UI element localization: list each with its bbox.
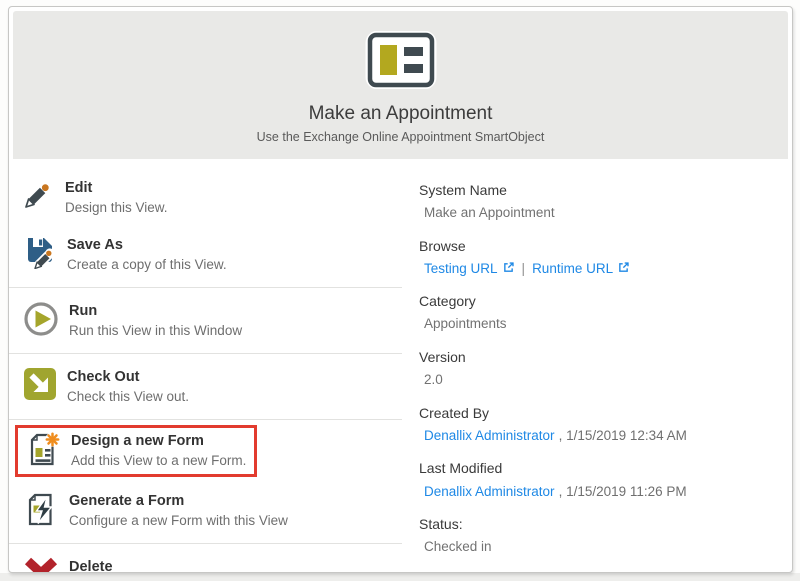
external-link-icon	[617, 262, 630, 277]
detail-label: Last Modified	[419, 459, 782, 477]
separator	[9, 543, 402, 544]
action-label: Run	[69, 302, 242, 321]
detail-label: Browse	[419, 237, 782, 255]
action-description: Configure a new Form with this View	[69, 512, 288, 530]
action-label: Generate a Form	[69, 492, 288, 511]
detail-value: Denallix Administrator , 1/15/2019 12:34 …	[419, 427, 782, 445]
separator	[9, 353, 402, 354]
created-timestamp: , 1/15/2019 12:34 AM	[559, 428, 687, 443]
details-panel: System Name Make an Appointment Browse T…	[402, 169, 792, 571]
save-as-floppy-icon	[23, 235, 57, 269]
detail-label: System Name	[419, 181, 782, 199]
browse-links: Testing URL | Runtime URL	[419, 260, 782, 278]
link-label: Testing URL	[424, 261, 498, 276]
created-by-user-link[interactable]: Denallix Administrator	[424, 428, 555, 443]
delete-x-icon	[23, 557, 59, 573]
detail-value: Make an Appointment	[419, 204, 782, 222]
detail-label: Created By	[419, 404, 782, 422]
modified-timestamp: , 1/15/2019 11:26 PM	[559, 484, 687, 499]
link-separator: |	[522, 261, 526, 276]
action-item-edit[interactable]: Edit Design this View.	[9, 169, 402, 226]
detail-value: 2.0	[419, 371, 782, 389]
detail-last-modified: Last Modified Denallix Administrator , 1/…	[419, 459, 782, 500]
check-out-arrow-icon	[23, 367, 57, 401]
detail-browse: Browse Testing URL | Runtime URL	[419, 237, 782, 278]
view-header: Make an Appointment Use the Exchange Onl…	[13, 11, 788, 159]
action-description: Run this View in this Window	[69, 322, 242, 340]
view-details-panel: Make an Appointment Use the Exchange Onl…	[8, 6, 793, 573]
action-label: Save As	[67, 236, 227, 255]
action-list: Edit Design this View.	[9, 169, 402, 573]
detail-value: Appointments	[419, 315, 782, 333]
detail-label: Category	[419, 292, 782, 310]
detail-category: Category Appointments	[419, 292, 782, 333]
page-title: Make an Appointment	[13, 103, 788, 126]
separator	[9, 287, 402, 288]
detail-system-name: System Name Make an Appointment	[419, 181, 782, 222]
action-item-generate-form[interactable]: Generate a Form Configure a new Form wit…	[9, 482, 402, 539]
runtime-url-link[interactable]: Runtime URL	[532, 261, 630, 276]
testing-url-link[interactable]: Testing URL	[424, 261, 515, 276]
action-item-run[interactable]: Run Run this View in this Window	[9, 292, 402, 349]
detail-created-by: Created By Denallix Administrator , 1/15/…	[419, 404, 782, 445]
detail-value: Denallix Administrator , 1/15/2019 11:26 …	[419, 483, 782, 501]
action-item-check-out[interactable]: Check Out Check this View out.	[9, 358, 402, 415]
action-description: Check this View out.	[67, 388, 189, 406]
action-item-design-new-form[interactable]: Design a new Form Add this View to a new…	[15, 425, 257, 477]
page-subtitle: Use the Exchange Online Appointment Smar…	[13, 130, 788, 144]
link-label: Runtime URL	[532, 261, 613, 276]
action-item-save-as[interactable]: Save As Create a copy of this View.	[9, 226, 402, 283]
edit-pencil-icon	[23, 178, 55, 210]
modified-by-user-link[interactable]: Denallix Administrator	[424, 484, 555, 499]
detail-status: Status: Checked in	[419, 515, 782, 556]
action-label: Edit	[65, 179, 168, 198]
design-form-icon	[25, 431, 61, 467]
action-item-delete[interactable]: Delete Completely remove this View.	[9, 548, 402, 573]
detail-label: Version	[419, 348, 782, 366]
action-label: Delete	[69, 558, 246, 573]
detail-version: Version 2.0	[419, 348, 782, 389]
page-bottom-strip	[0, 573, 800, 581]
action-label: Design a new Form	[71, 432, 246, 451]
action-label: Check Out	[67, 368, 189, 387]
action-description: Design this View.	[65, 199, 168, 217]
action-description: Add this View to a new Form.	[71, 452, 246, 470]
generate-form-icon	[23, 491, 59, 527]
external-link-icon	[502, 262, 515, 277]
content-area: Edit Design this View.	[9, 159, 792, 573]
detail-value: Checked in	[419, 538, 782, 556]
separator	[9, 419, 402, 420]
action-description: Create a copy of this View.	[67, 256, 227, 274]
run-play-icon	[23, 301, 59, 337]
view-icon	[365, 31, 437, 89]
detail-label: Status:	[419, 515, 782, 533]
